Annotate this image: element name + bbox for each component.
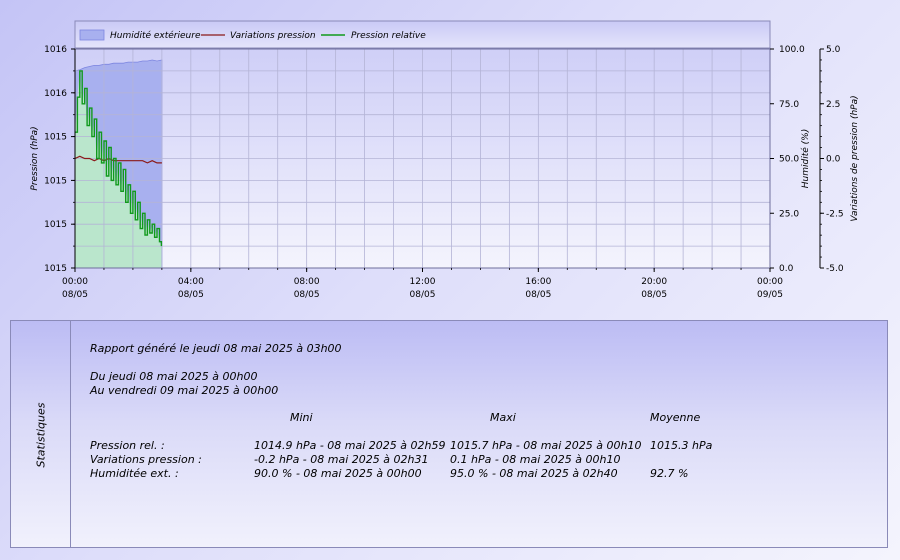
header-max: Maxi (490, 411, 516, 424)
header-avg: Moyenne (650, 411, 701, 424)
legend-label-pression: Pression relative (351, 31, 426, 41)
row-pressure-min: 1014.9 hPa - 08 mai 2025 à 02h59 (254, 439, 446, 452)
row-variation-label: Variations pression : (90, 453, 202, 466)
y-right2-tick-label: 0.0 (826, 155, 841, 165)
row-pressure-max: 1015.7 hPa - 08 mai 2025 à 00h10 (450, 439, 642, 452)
legend-label-humidite: Humidité extérieure (110, 30, 201, 41)
x-tick-label-time: 00:00 (62, 277, 88, 287)
y-right1-tick-label: 25.0 (779, 209, 799, 219)
y-left-axis-label: Pression (hPa) (30, 126, 40, 190)
x-tick-label-date: 08/05 (641, 290, 667, 300)
x-tick-label-time: 08:00 (294, 277, 320, 287)
legend-label-variations: Variations pression (230, 31, 316, 41)
y-right1-tick-label: 100.0 (779, 45, 805, 55)
row-variation-max: 0.1 hPa - 08 mai 2025 à 00h10 (450, 453, 621, 466)
y-left-tick-label: 1016 (44, 89, 67, 99)
y-right1-axis-label: Humidité (%) (800, 129, 811, 188)
y-right1-tick-label: 50.0 (779, 155, 799, 165)
row-humidity-min: 90.0 % - 08 mai 2025 à 00h00 (254, 467, 422, 480)
x-tick-label-date: 08/05 (62, 290, 88, 300)
y-left-tick-label: 1015 (44, 133, 67, 143)
y-right2-tick-label: 5.0 (826, 45, 841, 55)
y-left-tick-label: 1015 (44, 176, 67, 186)
y-right1-tick-label: 0.0 (779, 264, 794, 274)
x-tick-label-date: 08/05 (525, 290, 551, 300)
legend-swatch-humidite (79, 29, 105, 41)
report-line: Rapport généré le jeudi 08 mai 2025 à 03… (90, 342, 342, 355)
y-left-tick-label: 1016 (44, 45, 67, 55)
y-right2-axis-label: Variations de pression (hPa) (850, 95, 860, 221)
x-tick-label-date: 09/05 (757, 290, 783, 300)
x-tick-label-time: 16:00 (525, 277, 551, 287)
y-left-tick-label: 1015 (44, 220, 67, 230)
x-tick-label-time: 04:00 (178, 277, 204, 287)
y-right1-tick-label: 75.0 (779, 100, 799, 110)
y-left-tick-label: 1015 (44, 264, 67, 274)
y-right2-tick-label: 2.5 (826, 100, 840, 110)
y-right2-tick-label: -5.0 (826, 264, 844, 274)
row-pressure-avg: 1015.3 hPa (650, 439, 713, 452)
row-variation-min: -0.2 hPa - 08 mai 2025 à 02h31 (254, 453, 429, 466)
statistics-label: Statistiques (34, 402, 48, 468)
x-tick-label-date: 08/05 (178, 290, 204, 300)
statistics-side-tab: Statistiques (11, 321, 71, 547)
chart-legend: Humidité extérieure Variations pression Pr… (74, 20, 771, 49)
row-humidity-max: 95.0 % - 08 mai 2025 à 02h40 (450, 467, 618, 480)
period-to: Au vendredi 09 mai 2025 à 00h00 (90, 384, 279, 397)
x-tick-label-time: 00:00 (757, 277, 783, 287)
y-right2-tick-label: -2.5 (826, 209, 844, 219)
row-pressure-label: Pression rel. : (90, 439, 165, 452)
x-tick-label-time: 20:00 (641, 277, 667, 287)
statistics-panel: Statistiques Rapport généré le jeudi 08 … (10, 320, 888, 548)
x-tick-label-time: 12:00 (410, 277, 436, 287)
row-humidity-avg: 92.7 % (650, 467, 689, 480)
x-tick-label-date: 08/05 (410, 290, 436, 300)
row-humidity-label: Humiditée ext. : (90, 467, 179, 480)
period-from: Du jeudi 08 mai 2025 à 00h00 (90, 370, 258, 383)
x-tick-label-date: 08/05 (294, 290, 320, 300)
weather-chart: 00:00 08/05 04:00 08/05 08:00 08/05 12:00 08/05… (30, 20, 860, 300)
header-min: Mini (290, 411, 313, 424)
